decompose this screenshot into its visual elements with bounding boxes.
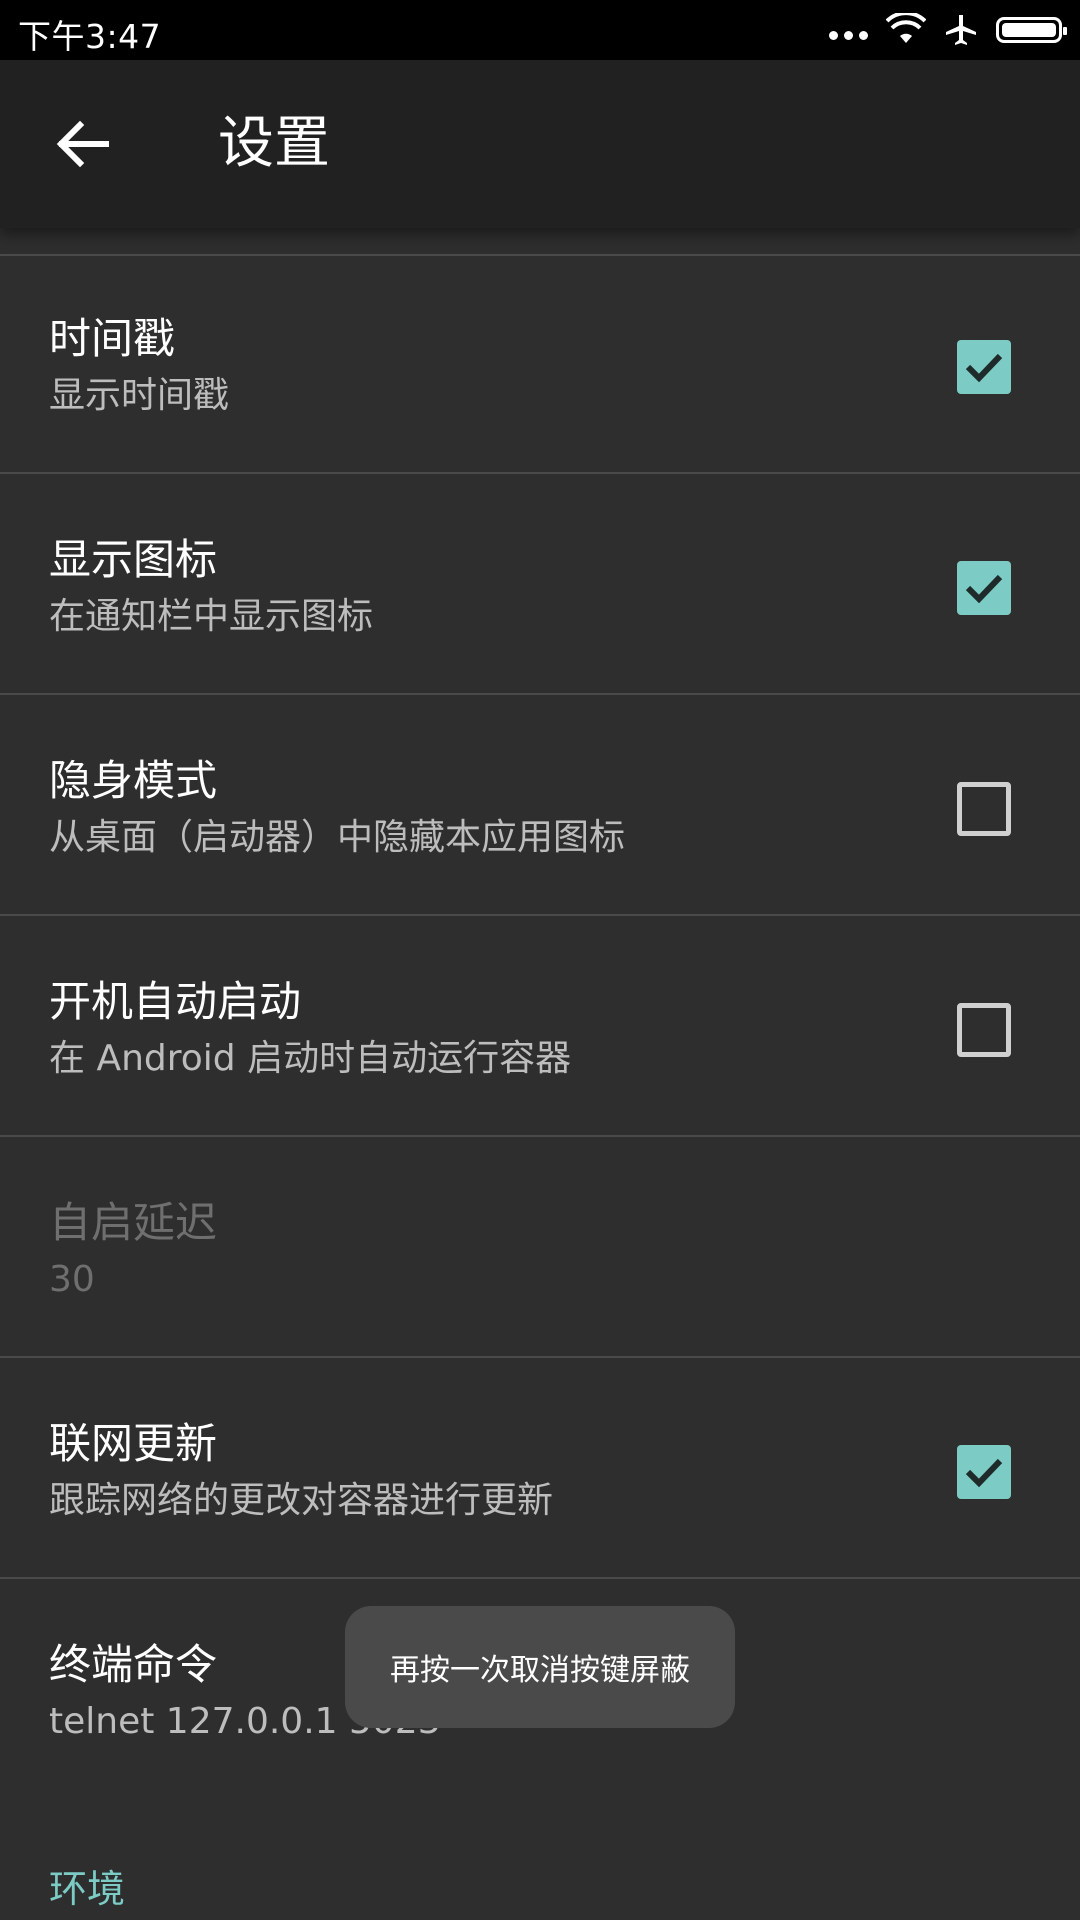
page-title: 设置 — [218, 111, 330, 176]
show-icon-checkbox[interactable] — [957, 561, 1011, 615]
divider — [0, 1135, 1080, 1137]
status-bar: 下午3:47 — [0, 0, 1080, 60]
divider — [0, 472, 1080, 474]
app-bar: 设置 — [0, 60, 1080, 228]
setting-summary: 在通知栏中显示图标 — [49, 596, 374, 637]
battery-icon — [996, 17, 1067, 43]
setting-autostart[interactable]: 开机自动启动 在 Android 启动时自动运行容器 — [0, 919, 1080, 1137]
stealth-mode-checkbox[interactable] — [957, 782, 1011, 836]
setting-summary: 在 Android 启动时自动运行容器 — [49, 1038, 572, 1079]
status-time: 下午3:47 — [18, 17, 162, 56]
back-arrow-icon[interactable] — [52, 114, 112, 174]
setting-autostart-delay: 自启延迟 30 — [0, 1140, 1080, 1358]
timestamp-checkbox[interactable] — [957, 340, 1011, 394]
setting-network-update[interactable]: 联网更新 跟踪网络的更改对容器进行更新 — [0, 1361, 1080, 1579]
setting-show-icon[interactable]: 显示图标 在通知栏中显示图标 — [0, 477, 1080, 695]
checkmark-icon — [965, 574, 1003, 604]
section-header-environment: 环境 — [49, 1867, 126, 1911]
airplane-mode-icon — [946, 15, 976, 45]
setting-summary: 从桌面（启动器）中隐藏本应用图标 — [49, 817, 626, 858]
setting-title: 开机自动启动 — [49, 977, 302, 1026]
autostart-checkbox[interactable] — [957, 1003, 1011, 1057]
setting-title: 联网更新 — [49, 1419, 218, 1468]
setting-summary: 30 — [49, 1259, 95, 1300]
toast-message: 再按一次取消按键屏蔽 — [345, 1606, 735, 1728]
checkmark-icon — [965, 353, 1003, 383]
setting-timestamp[interactable]: 时间戳 显示时间戳 — [0, 256, 1080, 474]
setting-title: 显示图标 — [49, 535, 218, 584]
setting-summary: 跟踪网络的更改对容器进行更新 — [49, 1480, 554, 1521]
divider — [0, 1577, 1080, 1579]
setting-summary: 显示时间戳 — [49, 375, 230, 416]
checkmark-icon — [965, 1458, 1003, 1488]
network-update-checkbox[interactable] — [957, 1445, 1011, 1499]
more-notifications-icon — [829, 30, 868, 40]
divider — [0, 914, 1080, 916]
setting-stealth-mode[interactable]: 隐身模式 从桌面（启动器）中隐藏本应用图标 — [0, 698, 1080, 916]
divider — [0, 693, 1080, 695]
setting-title: 自启延迟 — [49, 1198, 218, 1247]
status-icons — [829, 12, 1067, 48]
setting-title: 终端命令 — [49, 1640, 218, 1689]
setting-title: 时间戳 — [49, 314, 176, 363]
wifi-icon — [886, 13, 926, 43]
divider — [0, 1356, 1080, 1358]
setting-title: 隐身模式 — [49, 756, 218, 805]
